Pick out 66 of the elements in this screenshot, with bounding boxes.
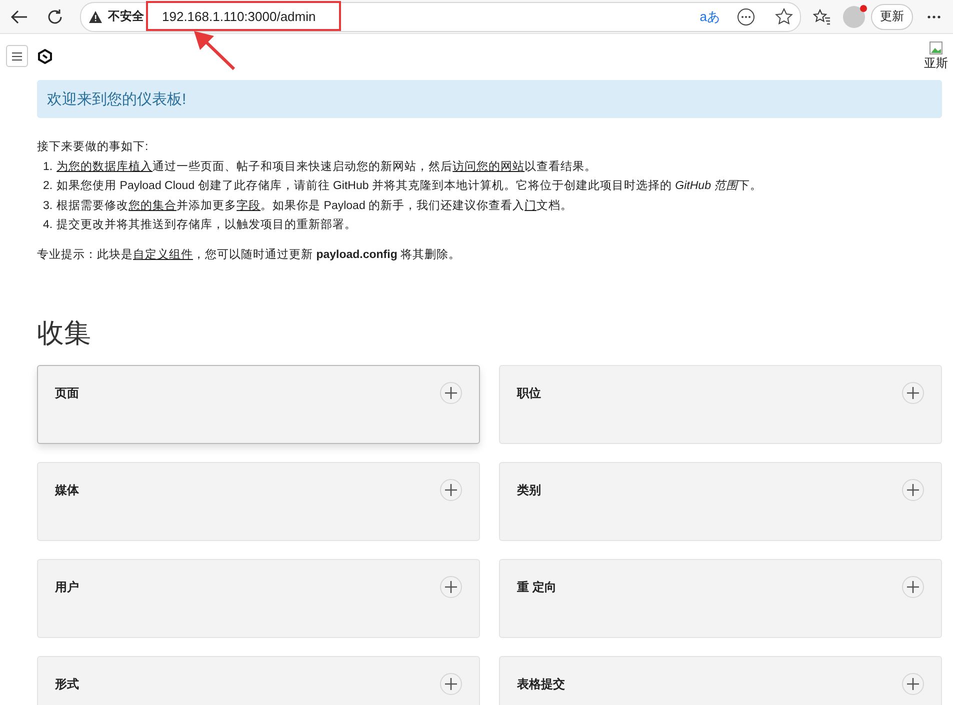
add-button[interactable] [902,576,924,598]
text-link[interactable]: 自定义组件 [133,248,193,260]
step-text: 根据需要修改您的集合并添加更多字段。如果你是 Payload 的新手，我们还建议你查看入门文档。 [56,198,573,214]
address-bar[interactable]: 不安全 192.168.1.110:3000/admin aあ [80,2,801,32]
image-alt-text: 亚斯 [924,54,948,72]
intro-heading: 接下来要做的事如下: [37,140,150,155]
card-title: 形式 [55,676,79,693]
warning-icon [89,10,102,22]
add-button[interactable] [440,673,462,695]
text-link[interactable]: 字段 [236,200,261,212]
plus-icon [907,387,919,399]
collection-card[interactable]: 形式 [37,656,480,705]
collection-card[interactable]: 职位 [499,365,942,444]
add-button[interactable] [440,576,462,598]
plus-icon [907,581,919,593]
plus-icon [907,484,919,496]
collection-card[interactable]: 重 定向 [499,559,942,638]
collection-card[interactable]: 用户 [37,559,480,638]
url-text[interactable]: 192.168.1.110:3000/admin [150,9,694,24]
step-number: 1. [43,160,53,174]
star-icon[interactable] [774,6,794,26]
step-number: 4. [43,218,53,233]
add-button[interactable] [440,382,462,404]
plus-icon [445,387,457,399]
update-button[interactable]: 更新 [871,4,913,30]
arrow-annotation [192,30,238,72]
broken-image[interactable]: 亚斯 [924,40,948,72]
section-title: 收集 [37,317,92,350]
text-link[interactable]: 为您的数据库植入 [56,160,153,172]
add-button[interactable] [902,382,924,404]
profile-avatar[interactable] [843,6,865,28]
plus-icon [907,678,919,690]
card-title: 类别 [517,482,541,499]
collection-card[interactable]: 媒体 [37,462,480,541]
card-title: 重 定向 [517,579,556,596]
translate-button[interactable]: aあ [700,8,720,26]
add-button[interactable] [440,479,462,501]
add-button[interactable] [902,479,924,501]
more-icon[interactable] [736,6,756,26]
step-text: 如果您使用 Payload Cloud 创建了此存储库，请前往 GitHub 并将其克隆到本地计算机。它将位于创建此项目时选择的 GitHub 范围下。 [56,178,762,194]
card-title: 媒体 [55,482,79,499]
collection-card[interactable]: 表格提交 [499,656,942,705]
menu-button[interactable] [6,45,28,67]
text-link[interactable]: 访问您的网站 [452,160,525,172]
broken-image-icon [929,40,943,54]
card-title: 表格提交 [517,676,565,693]
text-link[interactable]: 门 [524,200,537,212]
step-number: 3. [43,198,53,214]
card-title: 用户 [55,579,79,596]
step-text: 为您的数据库植入通过一些页面、帖子和项目来快速启动您的新网站，然后访问您的网站以查看结果。 [56,159,597,174]
collection-card[interactable]: 类别 [499,462,942,541]
menu-icon [12,52,22,60]
plus-icon [445,678,457,690]
security-label: 不安全 [108,8,144,25]
card-title: 职位 [517,385,541,402]
plus-icon [445,484,457,496]
welcome-banner: 欢迎来到您的仪表板! [37,80,942,118]
plus-icon [445,581,457,593]
text-link[interactable]: 您的集合 [128,200,177,212]
card-title: 页面 [55,385,79,402]
step-text: 提交更改并将其推送到存储库，以触发项目的重新部署。 [56,217,357,233]
add-button[interactable] [902,673,924,695]
step-number: 2. [43,179,53,194]
tip-text: 专业提示：此块是 自定义组件，您可以随时通过更新 payload.config 将其删除。 [37,247,462,262]
collection-card[interactable]: 页面 [37,365,480,444]
logo-icon[interactable] [38,48,52,64]
